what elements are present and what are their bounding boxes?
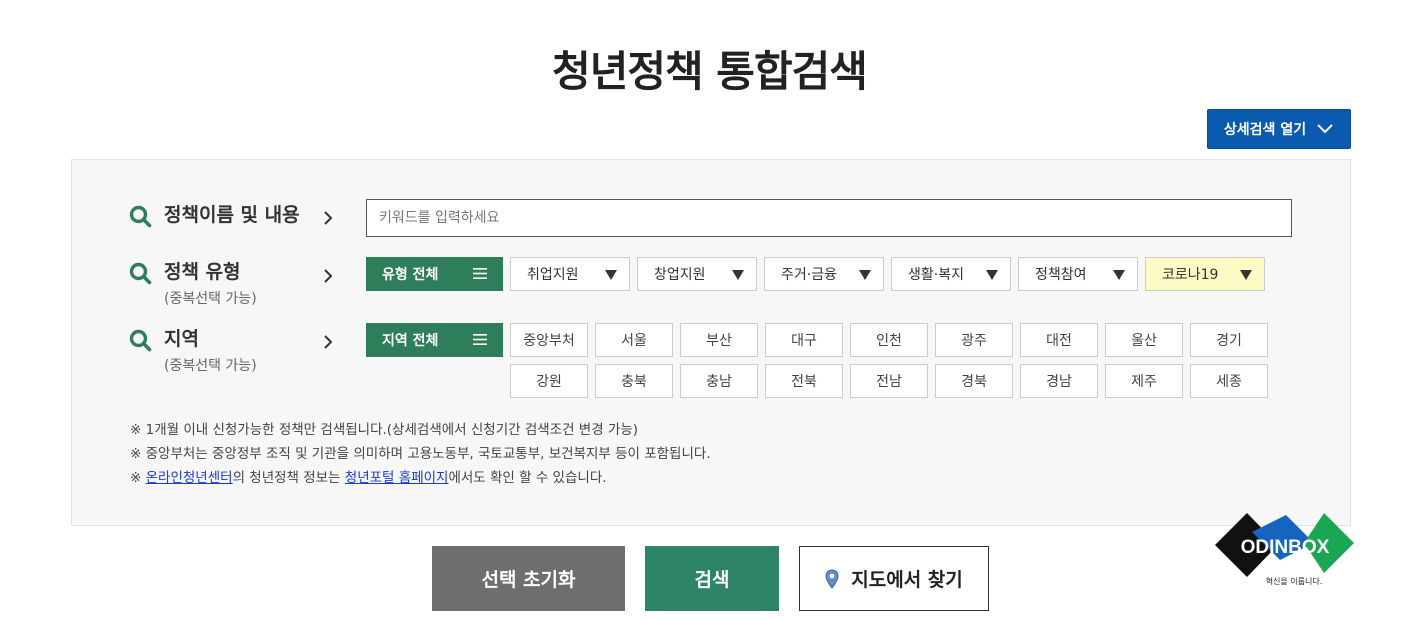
search-notes: ※ 1개월 이내 신청가능한 정책만 검색됩니다.(상세검색에서 신청기간 검색…: [130, 418, 711, 490]
region-button[interactable]: 전남: [850, 364, 928, 398]
region-button[interactable]: 경북: [935, 364, 1013, 398]
note-text: 의 청년정책 정보는: [232, 470, 345, 486]
region-button[interactable]: 부산: [680, 323, 758, 357]
region-button[interactable]: 광주: [935, 323, 1013, 357]
search-button[interactable]: 검색: [645, 546, 779, 611]
note-line: ※ 1개월 이내 신청가능한 정책만 검색됩니다.(상세검색에서 신청기간 검색…: [130, 422, 639, 438]
region-button[interactable]: 경남: [1020, 364, 1098, 398]
note-line: ※ 온라인청년센터의 청년정책 정보는 청년포털 홈페이지에서도 확인 할 수 …: [130, 466, 711, 490]
search-icon: [129, 329, 152, 352]
search-icon: [129, 205, 152, 228]
region-button[interactable]: 충남: [680, 364, 758, 398]
region-all-button[interactable]: 지역 전체: [366, 323, 503, 357]
region-button[interactable]: 전북: [765, 364, 843, 398]
policy-type-all-label: 유형 전체: [382, 267, 439, 283]
chevron-right-icon: [324, 335, 333, 349]
advanced-search-toggle-button[interactable]: 상세검색 열기: [1207, 109, 1351, 149]
dropdown-triangle-icon: [1113, 270, 1125, 280]
map-pin-icon: [825, 568, 839, 589]
logo-tagline: 혁신을 이룹니다.: [1266, 576, 1323, 586]
region-label: 지역: [164, 328, 199, 350]
menu-icon: [473, 268, 487, 279]
region-button[interactable]: 충북: [595, 364, 673, 398]
policy-type-employment[interactable]: 취업지원: [510, 257, 630, 291]
online-youth-center-link[interactable]: 온라인청년센터: [146, 470, 233, 486]
find-on-map-button[interactable]: 지도에서 찾기: [799, 546, 989, 611]
youth-portal-link[interactable]: 청년포털 홈페이지: [345, 470, 449, 486]
policy-type-label: 정책 유형: [164, 261, 241, 283]
region-button[interactable]: 경기: [1190, 323, 1268, 357]
policy-type-label: 주거·금융: [781, 267, 837, 283]
policy-type-label: 창업지원: [654, 267, 706, 283]
menu-icon: [473, 334, 487, 345]
region-button[interactable]: 서울: [595, 323, 673, 357]
keyword-search-input[interactable]: [366, 199, 1292, 237]
dropdown-triangle-icon: [986, 270, 998, 280]
dropdown-triangle-icon: [1240, 270, 1252, 280]
advanced-search-label: 상세검색 열기: [1223, 122, 1307, 138]
note-text: 에서도 확인 할 수 있습니다.: [448, 470, 607, 486]
search-icon: [129, 262, 152, 285]
note-prefix: ※: [130, 470, 146, 486]
policy-type-label: 코로나19: [1162, 267, 1219, 283]
policy-type-living-welfare[interactable]: 생활·복지: [891, 257, 1011, 291]
keyword-label: 정책이름 및 내용: [164, 204, 300, 226]
region-button[interactable]: 인천: [850, 323, 928, 357]
dropdown-triangle-icon: [859, 270, 871, 280]
page-title: 청년정책 통합검색: [552, 47, 868, 96]
region-button[interactable]: 제주: [1105, 364, 1183, 398]
odinbox-logo: ODINBOX 혁신을 이룹니다.: [1215, 513, 1354, 586]
policy-type-housing-finance[interactable]: 주거·금융: [764, 257, 884, 291]
region-button[interactable]: 울산: [1105, 323, 1183, 357]
region-row-label: 지역 (중복선택 가능): [128, 327, 257, 375]
policy-type-startup[interactable]: 창업지원: [637, 257, 757, 291]
dropdown-triangle-icon: [732, 270, 744, 280]
policy-type-sublabel: (중복선택 가능): [164, 291, 257, 307]
chevron-right-icon: [324, 211, 333, 225]
reset-selection-button[interactable]: 선택 초기화: [432, 546, 625, 611]
region-button[interactable]: 세종: [1190, 364, 1268, 398]
policy-type-covid19[interactable]: 코로나19: [1145, 257, 1265, 291]
region-button[interactable]: 대전: [1020, 323, 1098, 357]
policy-type-row-label: 정책 유형 (중복선택 가능): [128, 260, 257, 308]
find-on-map-label: 지도에서 찾기: [851, 569, 963, 591]
region-all-label: 지역 전체: [382, 333, 439, 349]
region-button[interactable]: 중앙부처: [510, 323, 588, 357]
policy-type-label: 생활·복지: [908, 267, 964, 283]
chevron-down-icon: [1317, 124, 1333, 134]
svg-text:ODINBOX: ODINBOX: [1241, 537, 1330, 558]
policy-type-label: 취업지원: [527, 267, 579, 283]
note-line: ※ 중앙부처는 중앙정부 조직 및 기관을 의미하며 고용노동부, 국토교통부,…: [130, 446, 711, 462]
policy-type-label: 정책참여: [1035, 267, 1087, 283]
region-button[interactable]: 대구: [765, 323, 843, 357]
keyword-row-label: 정책이름 및 내용: [128, 203, 300, 228]
chevron-right-icon: [324, 269, 333, 283]
region-button[interactable]: 강원: [510, 364, 588, 398]
dropdown-triangle-icon: [605, 270, 617, 280]
region-sublabel: (중복선택 가능): [164, 358, 257, 374]
policy-type-all-button[interactable]: 유형 전체: [366, 257, 503, 291]
policy-type-participation[interactable]: 정책참여: [1018, 257, 1138, 291]
